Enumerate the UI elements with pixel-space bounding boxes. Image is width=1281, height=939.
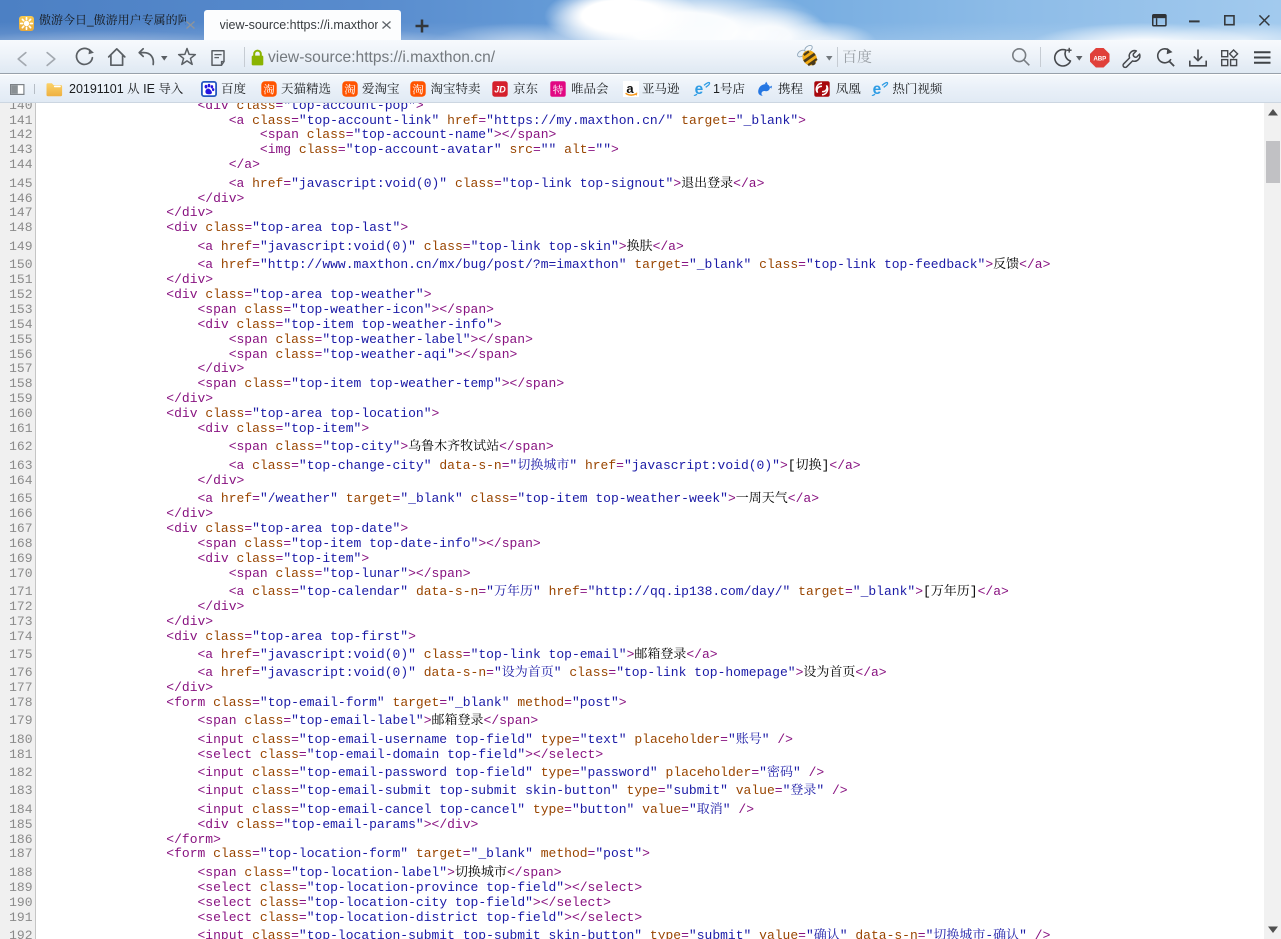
svg-text:特: 特 (553, 84, 564, 96)
svg-text:ABP: ABP (1093, 55, 1106, 62)
svg-text:e: e (872, 81, 881, 98)
svg-text:淘: 淘 (344, 83, 356, 96)
svg-text:a: a (626, 81, 634, 96)
svg-text:淘: 淘 (263, 83, 275, 96)
svg-text:JD: JD (495, 84, 507, 94)
svg-text:淘: 淘 (412, 83, 424, 96)
svg-text:e: e (694, 81, 703, 98)
